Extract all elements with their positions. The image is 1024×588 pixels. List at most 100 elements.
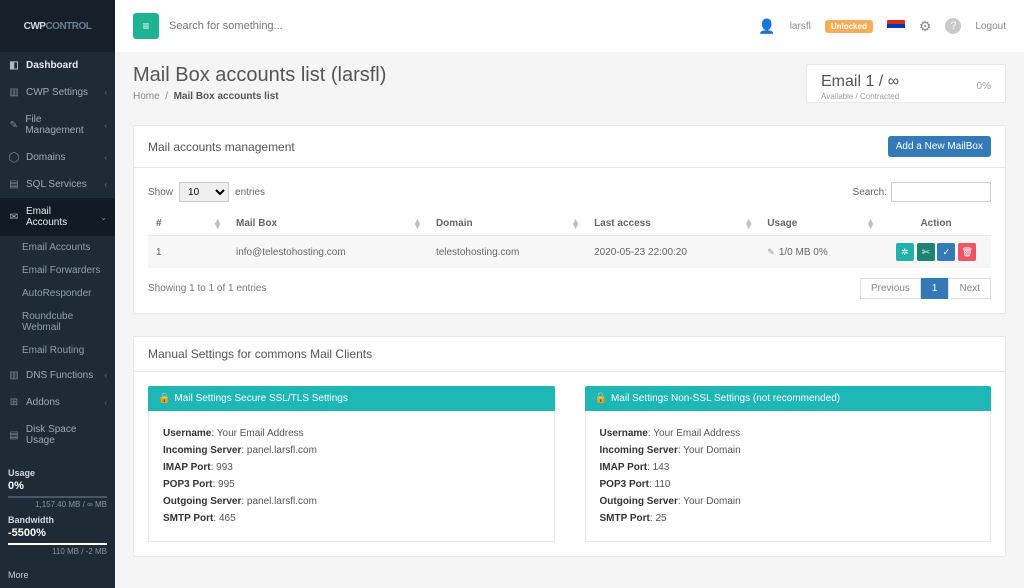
sidebar-sub-autoresponder[interactable]: AutoResponder bbox=[0, 282, 115, 305]
val-imap: 993 bbox=[216, 462, 233, 473]
chevron-down-icon: ⌄ bbox=[100, 213, 107, 222]
sidebar-stats: Usage 0% 1,157.40 MB / ∞ MB Bandwidth -5… bbox=[0, 460, 115, 564]
pagination: Previous 1 Next bbox=[860, 278, 991, 299]
col-mailbox[interactable]: Mail Box▲▼ bbox=[228, 212, 428, 236]
search-label: Search: bbox=[853, 187, 887, 198]
page-1-button[interactable]: 1 bbox=[921, 278, 949, 299]
sidebar-more[interactable]: More bbox=[0, 564, 115, 588]
cell-usage: ✎1/0 MB 0% bbox=[759, 236, 881, 269]
usage-label: Usage bbox=[8, 468, 107, 478]
val-smtp: 465 bbox=[219, 513, 236, 524]
help-icon[interactable]: ? bbox=[945, 18, 961, 34]
sidebar-item-email-accounts[interactable]: ✉ Email Accounts ⌄ bbox=[0, 198, 115, 236]
topbar: ≡ 👤 larsfl Unlocked ⚙ ? Logout bbox=[115, 0, 1024, 52]
col-last-access[interactable]: Last access▲▼ bbox=[586, 212, 759, 236]
val-incoming: panel.larsfl.com bbox=[247, 445, 317, 456]
settings-icon[interactable]: ⚙ bbox=[919, 18, 932, 35]
entries-select[interactable]: 10 bbox=[179, 182, 229, 202]
chevron-left-icon: ‹ bbox=[104, 88, 107, 97]
chart-icon: ▥ bbox=[8, 87, 20, 98]
lbl-smtp: SMTP Port bbox=[163, 513, 213, 524]
add-mailbox-button[interactable]: Add a New MailBox bbox=[888, 136, 991, 157]
dashboard-icon: ◧ bbox=[8, 60, 20, 71]
accounts-panel: Mail accounts management Add a New MailB… bbox=[133, 125, 1006, 314]
cell-num: 1 bbox=[148, 236, 228, 269]
col-usage[interactable]: Usage▲▼ bbox=[759, 212, 881, 236]
chevron-left-icon: ‹ bbox=[104, 371, 107, 380]
sidebar-sub-roundcube[interactable]: Roundcube Webmail bbox=[0, 305, 115, 339]
sidebar-item-domains[interactable]: ◯Domains‹ bbox=[0, 144, 115, 171]
action-key-button[interactable]: ✄ bbox=[917, 243, 935, 261]
database-icon: ▤ bbox=[8, 179, 20, 190]
cell-last-access: 2020-05-23 22:00:20 bbox=[586, 236, 759, 269]
disk-icon: ▤ bbox=[8, 430, 20, 441]
lbl-outgoing: Outgoing Server bbox=[600, 496, 678, 507]
page-title: Mail Box accounts list (larsfl) bbox=[133, 64, 786, 87]
col-action: Action bbox=[881, 212, 991, 236]
sidebar-sub-email-forwarders[interactable]: Email Forwarders bbox=[0, 259, 115, 282]
bandwidth-bar bbox=[8, 543, 107, 545]
lbl-imap: IMAP Port bbox=[163, 462, 211, 473]
mail-icon: ✉ bbox=[8, 212, 20, 223]
sidebar-item-label: Dashboard bbox=[26, 60, 78, 71]
sidebar-item-cwp-settings[interactable]: ▥CWP Settings‹ bbox=[0, 79, 115, 106]
val-imap: 143 bbox=[653, 462, 670, 473]
edit-icon: ✎ bbox=[8, 120, 19, 131]
addon-icon: ⊞ bbox=[8, 397, 20, 408]
col-num[interactable]: #▲▼ bbox=[148, 212, 228, 236]
col-domain[interactable]: Domain▲▼ bbox=[428, 212, 586, 236]
edit-icon[interactable]: ✎ bbox=[767, 247, 775, 257]
nonssl-settings-header: Mail Settings Non-SSL Settings (not reco… bbox=[611, 393, 840, 404]
search-input[interactable] bbox=[169, 20, 748, 32]
entries-label: entries bbox=[235, 187, 265, 198]
sidebar-item-disk-space[interactable]: ▤Disk Space Usage bbox=[0, 416, 115, 454]
val-pop3: 995 bbox=[218, 479, 235, 490]
sidebar-sub-email-routing[interactable]: Email Routing bbox=[0, 339, 115, 362]
dns-icon: ▥ bbox=[8, 370, 20, 381]
val-outgoing: panel.larsfl.com bbox=[247, 496, 317, 507]
sidebar-item-label: DNS Functions bbox=[26, 370, 93, 381]
lbl-imap: IMAP Port bbox=[600, 462, 648, 473]
user-label[interactable]: larsfl bbox=[790, 21, 811, 32]
action-settings-button[interactable]: ✲ bbox=[896, 243, 914, 261]
usage-bar bbox=[8, 496, 107, 498]
val-smtp: 25 bbox=[655, 513, 666, 524]
lbl-pop3: POP3 Port bbox=[600, 479, 649, 490]
logo: CWPCONTROL bbox=[0, 0, 115, 52]
flag-icon[interactable] bbox=[887, 20, 905, 32]
action-confirm-button[interactable]: ✓ bbox=[937, 243, 955, 261]
brand-a: CWP bbox=[24, 21, 46, 32]
table-search-input[interactable] bbox=[891, 182, 991, 202]
lbl-pop3: POP3 Port bbox=[163, 479, 212, 490]
chevron-left-icon: ‹ bbox=[104, 121, 107, 130]
nonssl-settings-card: 🔓Mail Settings Non-SSL Settings (not rec… bbox=[585, 386, 992, 542]
manual-settings-title: Manual Settings for commons Mail Clients bbox=[148, 347, 372, 361]
sidebar-sub-email: Email Accounts Email Forwarders AutoResp… bbox=[0, 236, 115, 362]
cell-mailbox: info@telestohosting.com bbox=[228, 236, 428, 269]
lbl-incoming: Incoming Server bbox=[600, 445, 678, 456]
manual-settings-panel: Manual Settings for commons Mail Clients… bbox=[133, 336, 1006, 557]
secure-settings-header: Mail Settings Secure SSL/TLS Settings bbox=[174, 393, 347, 404]
sidebar-item-file-management[interactable]: ✎File Management‹ bbox=[0, 106, 115, 144]
sidebar-item-label: Domains bbox=[26, 152, 65, 163]
burger-button[interactable]: ≡ bbox=[133, 13, 159, 39]
sidebar-item-dashboard[interactable]: ◧ Dashboard bbox=[0, 52, 115, 79]
sidebar-item-label: Email Accounts bbox=[26, 206, 94, 228]
unlocked-badge: Unlocked bbox=[825, 20, 873, 33]
lbl-incoming: Incoming Server bbox=[163, 445, 241, 456]
panel-title: Mail accounts management bbox=[148, 140, 295, 154]
bandwidth-fine: 110 MB / -2 MB bbox=[8, 547, 107, 556]
sidebar-item-addons[interactable]: ⊞Addons‹ bbox=[0, 389, 115, 416]
chevron-left-icon: ‹ bbox=[104, 398, 107, 407]
logout-link[interactable]: Logout bbox=[975, 21, 1006, 32]
page-next-button[interactable]: Next bbox=[948, 278, 991, 299]
secure-settings-card: 🔒Mail Settings Secure SSL/TLS Settings U… bbox=[148, 386, 555, 542]
sidebar-item-sql-services[interactable]: ▤SQL Services‹ bbox=[0, 171, 115, 198]
crumb-home[interactable]: Home bbox=[133, 91, 160, 102]
page-prev-button[interactable]: Previous bbox=[860, 278, 921, 299]
action-delete-button[interactable]: 🗑 bbox=[958, 243, 976, 261]
sidebar-item-dns-functions[interactable]: ▥ DNS Functions ‹ bbox=[0, 362, 115, 389]
sidebar-sub-email-accounts[interactable]: Email Accounts bbox=[0, 236, 115, 259]
lbl-username: Username bbox=[600, 428, 648, 439]
chevron-left-icon: ‹ bbox=[104, 180, 107, 189]
